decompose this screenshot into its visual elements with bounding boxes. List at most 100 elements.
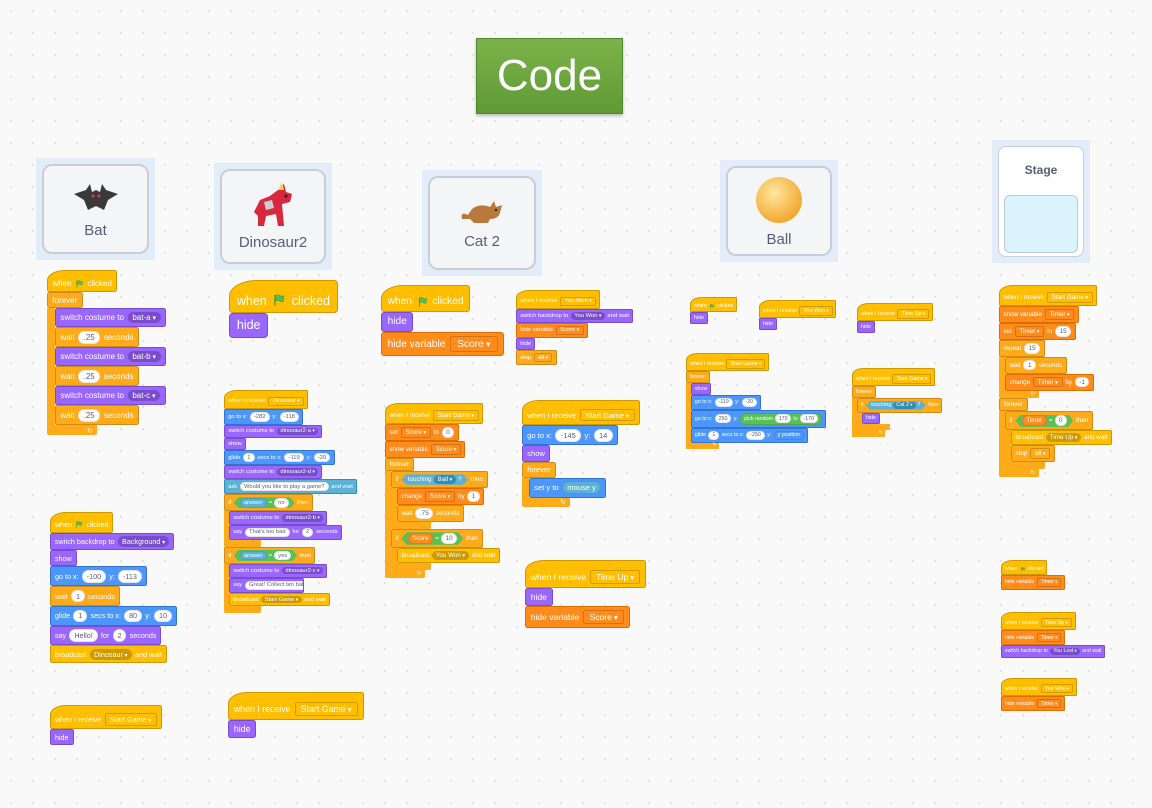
number-input[interactable]: 1 [73,609,88,623]
number-input[interactable]: .75 [415,508,434,519]
number-input[interactable]: 1 [467,491,480,502]
code-block[interactable]: forever [385,457,414,472]
hat-block[interactable]: when I receive Start Game [852,368,936,387]
c-block[interactable]: ifScore=10thenbroadcastYou Wonand wait [391,529,500,571]
dropdown[interactable]: Dinosaur [89,649,132,660]
number-input[interactable]: -119 [714,397,733,407]
code-block[interactable]: go to x: 250 y: pick random 170 to -170 [691,409,826,428]
c-block[interactable]: repeat15wait1secondschangeTimerby-1↻ [999,339,1094,398]
code-block[interactable]: go to x: -100 y: -113 [50,566,147,587]
hat-block[interactable]: when clicked [1001,560,1048,575]
code-block[interactable]: hide [690,312,708,324]
boolean-block[interactable]: Score = 10 [401,532,463,544]
code-block[interactable]: hide [857,321,875,334]
dropdown[interactable]: Timer [1036,699,1062,709]
script-stack[interactable]: when clicked forever switch costume to bat-a… [47,270,167,435]
code-block[interactable]: iftouchingCat 2?then [857,398,943,413]
dropdown[interactable]: Timer [1032,376,1063,388]
number-input[interactable]: 1 [1023,359,1036,371]
hat-block[interactable]: when clicked [690,297,738,313]
hat-block[interactable]: when clicked [47,270,118,292]
code-block[interactable]: repeat 15 [999,339,1045,357]
dropdown[interactable]: Time Up [897,309,930,319]
number-input[interactable]: Would you like to play a game? [239,481,329,492]
code-block[interactable]: forever [999,397,1028,412]
number-input[interactable]: 250 [714,414,732,424]
code-block[interactable]: show [522,445,551,462]
code-block[interactable]: broadcastDinosaurand wait [50,645,167,664]
script-stack[interactable]: when I receiveStart Gameforeveriftouchin… [852,368,943,437]
script-stack[interactable]: when I receiveStart Game hide [50,705,162,746]
number-input[interactable]: -170 [799,414,818,424]
code-block[interactable]: forever [852,386,877,399]
dropdown[interactable]: all [1030,448,1051,459]
code-block[interactable]: broadcastStart Gameand wait [229,592,331,607]
number-input[interactable]: -20 [313,453,331,463]
code-block[interactable]: wait .25 seconds [55,365,139,387]
code-block[interactable]: hide [228,719,257,739]
number-input[interactable]: That's too bad [244,527,290,538]
code-block[interactable]: hide [525,587,553,606]
sprite-dinosaur2[interactable]: Dinosaur2 [214,163,332,270]
code-block[interactable]: forever [686,371,711,384]
hat-block[interactable]: when I receive Start Game [999,285,1098,306]
dropdown[interactable]: You Won [560,296,597,307]
code-block[interactable]: set y to mouse y [529,477,607,498]
dropdown[interactable]: Time Up [1040,618,1072,628]
script-stack[interactable]: when I receiveStart Game hide [228,692,364,739]
hat-block[interactable]: when clicked [50,512,114,533]
dropdown[interactable]: Score [400,427,431,438]
dropdown[interactable]: Score [583,609,624,624]
code-block[interactable]: forever [47,291,83,309]
stage-card[interactable]: Stage [998,146,1084,257]
number-input[interactable]: 10 [441,533,457,544]
number-input[interactable]: 1 [243,453,255,463]
sprite-card[interactable]: Dinosaur2 [220,169,326,264]
sprite-cat-2[interactable]: Cat 2 [422,170,542,276]
code-block[interactable]: switch costume to dinosaur2-a [224,424,323,438]
number-input[interactable]: no [274,498,289,507]
code-block[interactable]: switch costume to dinosaur2-b [229,511,328,525]
dropdown[interactable]: Time Up [1045,433,1082,442]
hat-block[interactable]: when I receive You Won [759,300,837,319]
reporter-block[interactable]: answer [240,498,267,507]
code-block[interactable]: if Timer = 0 then [1005,411,1093,431]
number-input[interactable]: 14 [593,428,613,442]
code-block[interactable]: if Score = 10 then [391,529,483,548]
number-input[interactable]: -145 [555,428,582,442]
dropdown[interactable]: bat-a [127,312,161,324]
reporter-block[interactable]: answer [240,551,267,560]
code-block[interactable]: switch costume to dinosaur2-c [229,564,328,578]
code-block[interactable]: hide variable Score [525,605,630,628]
script-stack[interactable]: when I receiveYou Wonswitch backdrop toY… [516,290,634,366]
dropdown[interactable]: Background [117,536,170,547]
sprite-bat[interactable]: Bat [36,158,155,260]
dropdown[interactable]: You Won [799,306,833,316]
script-stack[interactable]: when clicked hide [690,297,738,324]
code-block[interactable]: if answer = no then [224,494,313,512]
code-block[interactable]: iftouchingBall?then [391,471,488,488]
code-block[interactable]: hide variable Timer [1001,575,1066,590]
dropdown[interactable]: Timer [1036,633,1062,643]
c-block[interactable]: foreveriftouchingBall?thenchangeScoreby1… [385,457,500,578]
number-input[interactable]: 0 [441,427,455,438]
code-block[interactable]: wait 1 seconds [1005,356,1067,374]
code-block[interactable]: stop all [516,350,557,366]
hat-block[interactable]: when I receive Start Game [228,692,364,720]
number-input[interactable]: Hello! [69,629,98,642]
dropdown[interactable]: Timer [1014,326,1045,337]
script-stack[interactable]: when I receiveTime Up hide [857,303,934,334]
dropdown[interactable]: dinosaur2-d [276,468,319,476]
number-input[interactable]: -250 [746,430,765,440]
number-input[interactable]: 15 [1055,326,1072,337]
number-input[interactable]: yes [274,551,291,560]
number-input[interactable]: -282 [249,412,270,422]
dropdown[interactable]: bat-c [127,390,161,402]
hat-block[interactable]: when I receive Time Up [857,303,934,322]
dropdown[interactable]: You Won [570,312,605,320]
reporter-block[interactable]: mouse y [562,481,602,495]
number-input[interactable]: 1 [708,430,720,440]
code-block[interactable]: hide [759,318,777,331]
hat-block[interactable]: when I receive Dinosaur [224,390,309,410]
number-input[interactable]: -1 [1074,376,1090,388]
